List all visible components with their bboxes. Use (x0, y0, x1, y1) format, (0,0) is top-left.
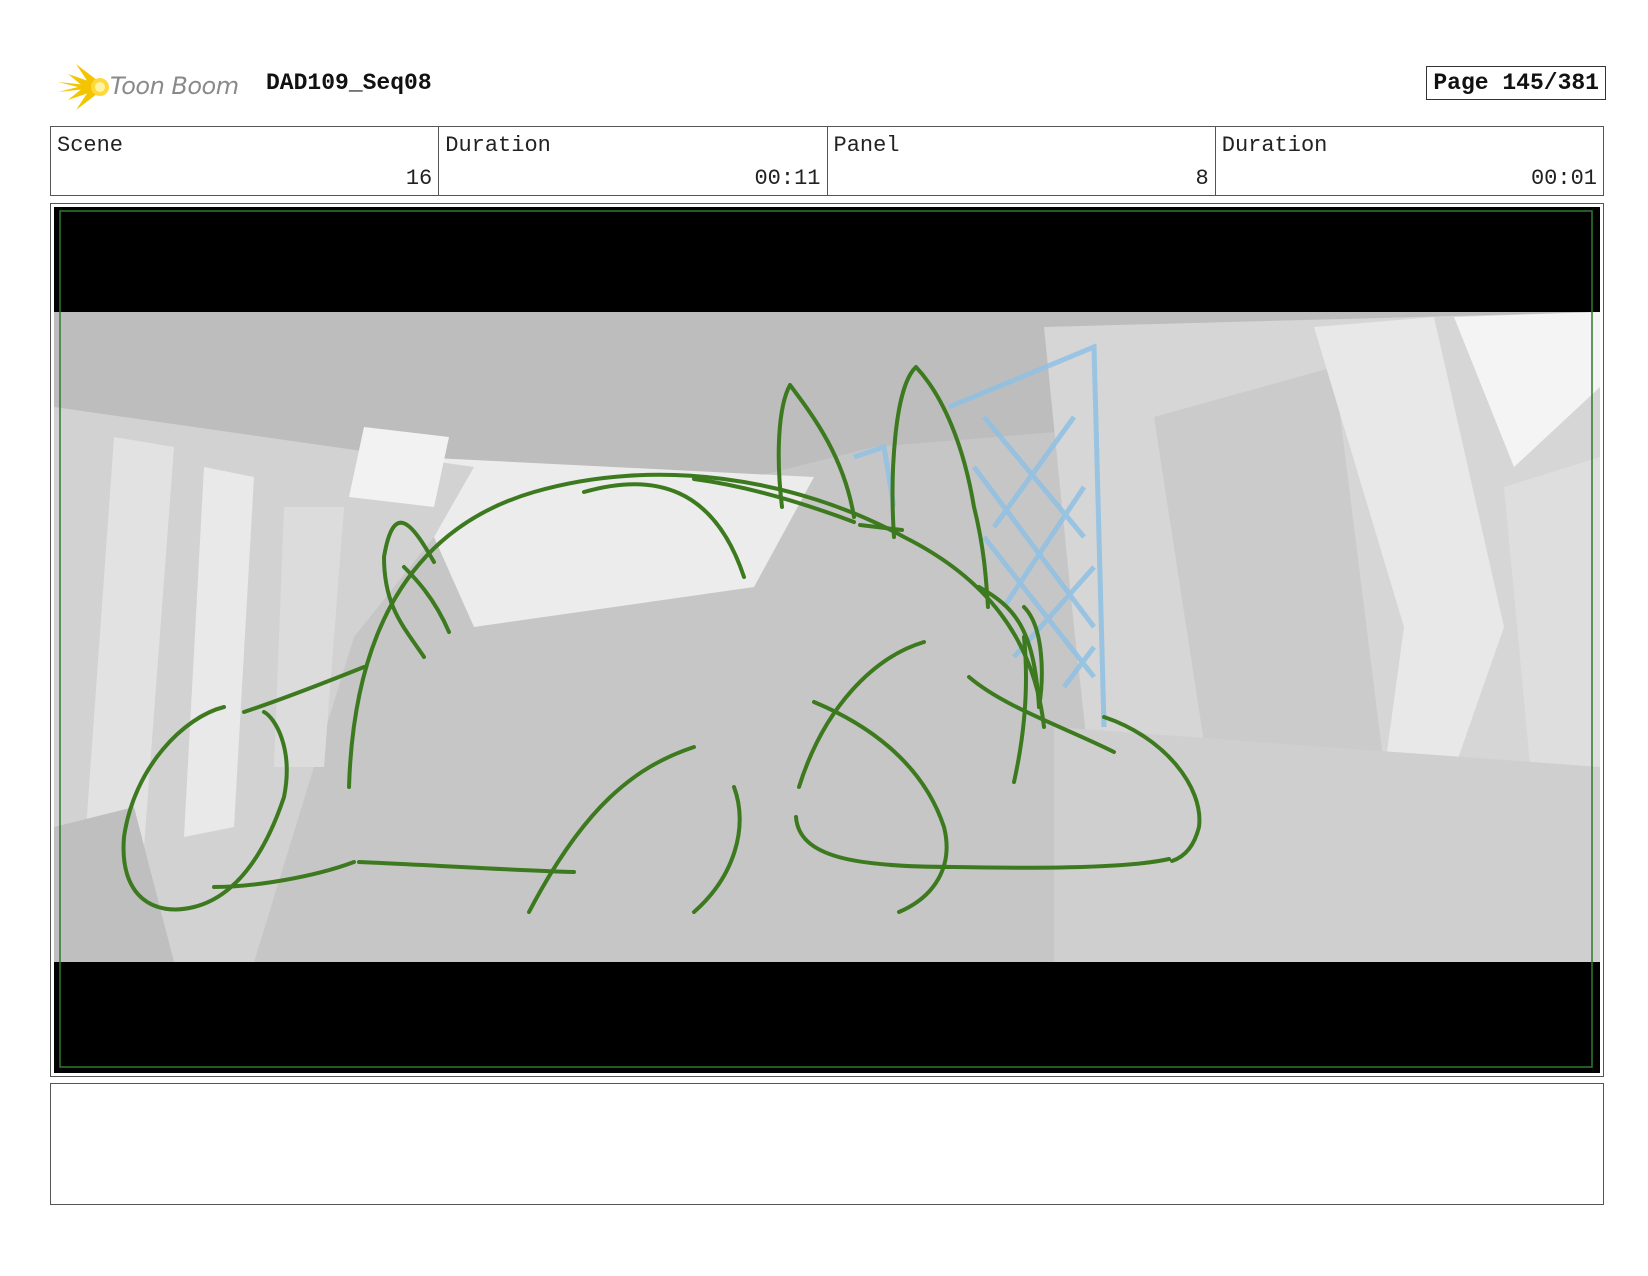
scene-duration-cell: Duration 00:11 (439, 127, 828, 195)
toon-boom-logo: Toon Boom (54, 60, 252, 114)
scene-duration-label: Duration (445, 133, 551, 158)
notes-area (50, 1083, 1604, 1205)
sun-burst-icon (58, 64, 109, 110)
panel-cell: Panel 8 (828, 127, 1216, 195)
panel-duration-label: Duration (1221, 133, 1328, 158)
letterbox-bottom (54, 962, 1600, 1073)
scene-cell: Scene 16 (51, 127, 440, 195)
letterbox-top (54, 207, 1600, 312)
scene-label: Scene (57, 133, 124, 158)
logo-text: Toon Boom (110, 72, 239, 100)
panel-value: 8 (1195, 166, 1209, 191)
panel-duration-value: 00:01 (1530, 166, 1597, 191)
document-title: DAD109_Seq08 (266, 70, 432, 96)
panel-duration-cell: Duration 00:01 (1216, 127, 1603, 195)
scene-info-table: Scene 16 Duration 00:11 Panel 8 Duration… (50, 126, 1604, 196)
scene-duration-value: 00:11 (754, 166, 821, 191)
page-counter: Page 145/381 (1426, 66, 1606, 100)
storyboard-panel-image (54, 207, 1600, 1073)
scene-value: 16 (405, 166, 433, 191)
background-corridor (54, 312, 1600, 962)
panel-label: Panel (833, 133, 900, 158)
page-header: Toon Boom DAD109_Seq08 Page 145/381 (50, 54, 1606, 114)
